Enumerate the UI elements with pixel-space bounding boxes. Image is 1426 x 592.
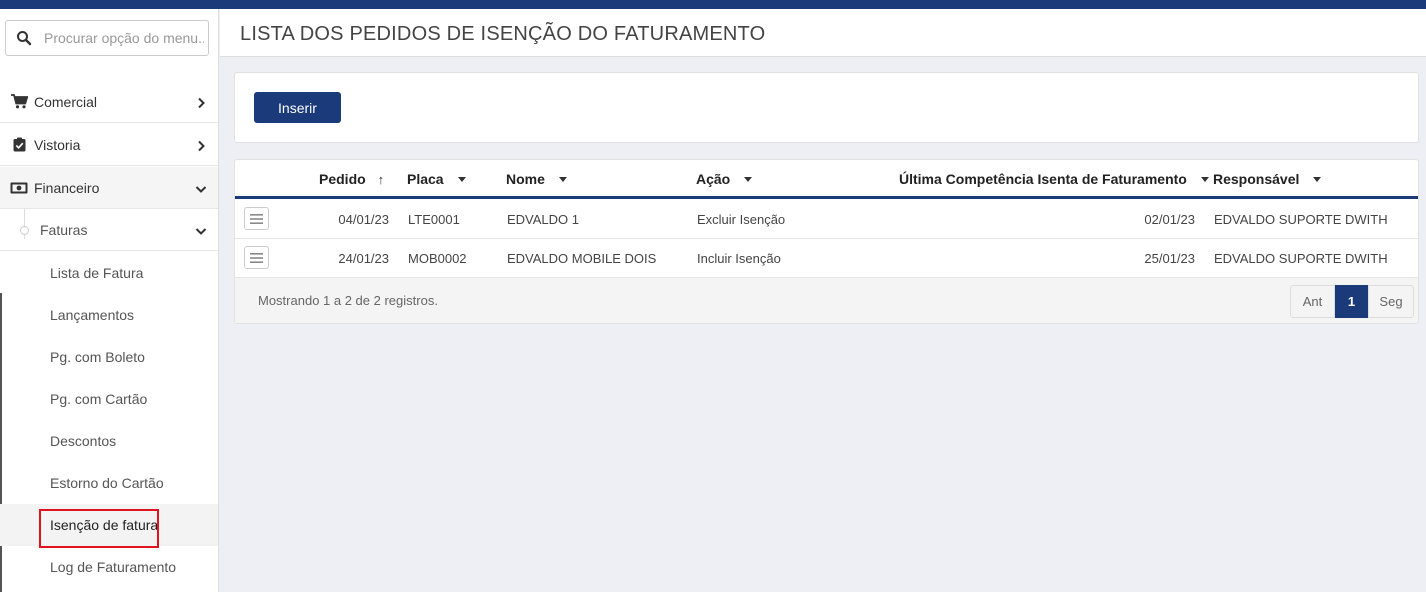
table-footer: Mostrando 1 a 2 de 2 registros. Ant 1 Se…	[235, 278, 1418, 323]
sidebar-item-estorno-cartao[interactable]: Estorno do Cartão	[0, 462, 218, 504]
selection-highlight-box	[39, 509, 159, 548]
cell-acao: Incluir Isenção	[697, 251, 781, 266]
pagination: Ant 1 Seg	[1290, 285, 1414, 318]
insert-button[interactable]: Inserir	[254, 92, 341, 123]
column-header-acao[interactable]: Ação	[696, 171, 753, 187]
sidebar-item-pg-cartao[interactable]: Pg. com Cartão	[0, 378, 218, 420]
table-card: Pedido ↑ Placa Nome Ação Última Competên…	[234, 159, 1419, 324]
sort-caret-icon	[457, 176, 466, 182]
column-label: Última Competência Isenta de Faturamento	[899, 171, 1187, 187]
table-header: Pedido ↑ Placa Nome Ação Última Competên…	[235, 160, 1418, 199]
sidebar-item-lista-de-fatura[interactable]: Lista de Fatura	[0, 252, 218, 294]
cell-acao: Excluir Isenção	[697, 212, 786, 227]
sidebar-item-financeiro[interactable]: Financeiro	[0, 167, 218, 209]
cell-nome: EDVALDO 1	[507, 212, 580, 227]
row-menu-button[interactable]	[244, 246, 269, 269]
sort-caret-icon	[558, 176, 567, 182]
sidebar-item-label: Pg. com Boleto	[50, 349, 145, 365]
submenu-label: Faturas	[40, 221, 88, 238]
sort-caret-icon	[1313, 176, 1322, 182]
column-header-nome[interactable]: Nome	[506, 171, 567, 187]
column-header-placa[interactable]: Placa	[407, 171, 466, 187]
search-icon	[16, 30, 32, 46]
tree-node-dot	[20, 226, 29, 235]
sidebar-item-label: Log de Faturamento	[50, 559, 177, 575]
pagination-prev-button[interactable]: Ant	[1290, 285, 1335, 318]
column-label: Pedido	[319, 171, 366, 187]
sidebar-item-label: Comercial	[34, 93, 98, 110]
column-label: Responsável	[1213, 171, 1300, 187]
sort-caret-icon	[744, 176, 753, 182]
cell-competencia: 02/01/23	[1144, 212, 1195, 227]
sidebar-item-label: Lista de Fatura	[50, 265, 144, 281]
chevron-down-icon	[195, 224, 207, 236]
column-header-pedido[interactable]: Pedido ↑	[319, 171, 384, 187]
clipboard-check-icon	[10, 137, 28, 153]
column-label: Placa	[407, 171, 444, 187]
cell-responsavel: EDVALDO SUPORTE DWITH	[1214, 251, 1388, 266]
sidebar-item-label: Pg. com Cartão	[50, 391, 148, 407]
page-header: LISTA DOS PEDIDOS DE ISENÇÃO DO FATURAME…	[220, 9, 1426, 57]
cell-responsavel: EDVALDO SUPORTE DWITH	[1214, 212, 1388, 227]
toolbar-card: Inserir	[234, 72, 1419, 143]
hamburger-icon	[250, 252, 263, 263]
sidebar-item-vistoria[interactable]: Vistoria	[0, 124, 218, 166]
sort-asc-icon: ↑	[377, 171, 385, 187]
chevron-down-icon	[195, 182, 207, 194]
hamburger-icon	[250, 213, 263, 224]
sidebar-item-label: Estorno do Cartão	[50, 475, 164, 491]
money-icon	[10, 180, 28, 196]
sidebar: Comercial Vistoria Financeiro Faturas Li…	[0, 9, 219, 592]
sidebar-item-pg-boleto[interactable]: Pg. com Boleto	[0, 336, 218, 378]
cell-pedido: 04/01/23	[338, 212, 389, 227]
column-header-competencia[interactable]: Última Competência Isenta de Faturamento	[899, 171, 1209, 187]
top-accent-bar	[0, 0, 1426, 9]
cart-icon	[10, 94, 28, 110]
row-menu-button[interactable]	[244, 207, 269, 230]
column-header-responsavel[interactable]: Responsável	[1213, 171, 1322, 187]
sidebar-item-label: Lançamentos	[50, 307, 135, 323]
cell-competencia: 25/01/23	[1144, 251, 1195, 266]
sidebar-item-label: Vistoria	[34, 136, 81, 153]
records-info: Mostrando 1 a 2 de 2 registros.	[258, 293, 438, 308]
column-label: Ação	[696, 171, 731, 187]
sort-caret-icon	[1200, 176, 1209, 182]
page-title: LISTA DOS PEDIDOS DE ISENÇÃO DO FATURAME…	[240, 23, 766, 45]
sidebar-submenu-faturas[interactable]: Faturas	[0, 209, 218, 251]
cell-pedido: 24/01/23	[338, 251, 389, 266]
sidebar-item-lancamentos[interactable]: Lançamentos	[0, 294, 218, 336]
sidebar-item-descontos[interactable]: Descontos	[0, 420, 218, 462]
chevron-right-icon	[195, 96, 207, 108]
sidebar-item-label: Financeiro	[34, 179, 100, 196]
search-input[interactable]	[44, 27, 204, 49]
menu-search	[5, 20, 209, 56]
cell-placa: LTE0001	[408, 212, 460, 227]
cell-placa: MOB0002	[408, 251, 467, 266]
sidebar-item-label: Descontos	[50, 433, 117, 449]
sidebar-item-log-faturamento[interactable]: Log de Faturamento	[0, 546, 218, 588]
table-row: 04/01/23 LTE0001 EDVALDO 1 Excluir Isenç…	[235, 200, 1418, 239]
chevron-right-icon	[195, 139, 207, 151]
pagination-next-button[interactable]: Seg	[1368, 285, 1414, 318]
sidebar-item-comercial[interactable]: Comercial	[0, 81, 218, 123]
cell-nome: EDVALDO MOBILE DOIS	[507, 251, 657, 266]
column-label: Nome	[506, 171, 545, 187]
pagination-page-current[interactable]: 1	[1335, 285, 1368, 318]
table-row: 24/01/23 MOB0002 EDVALDO MOBILE DOIS Inc…	[235, 239, 1418, 278]
